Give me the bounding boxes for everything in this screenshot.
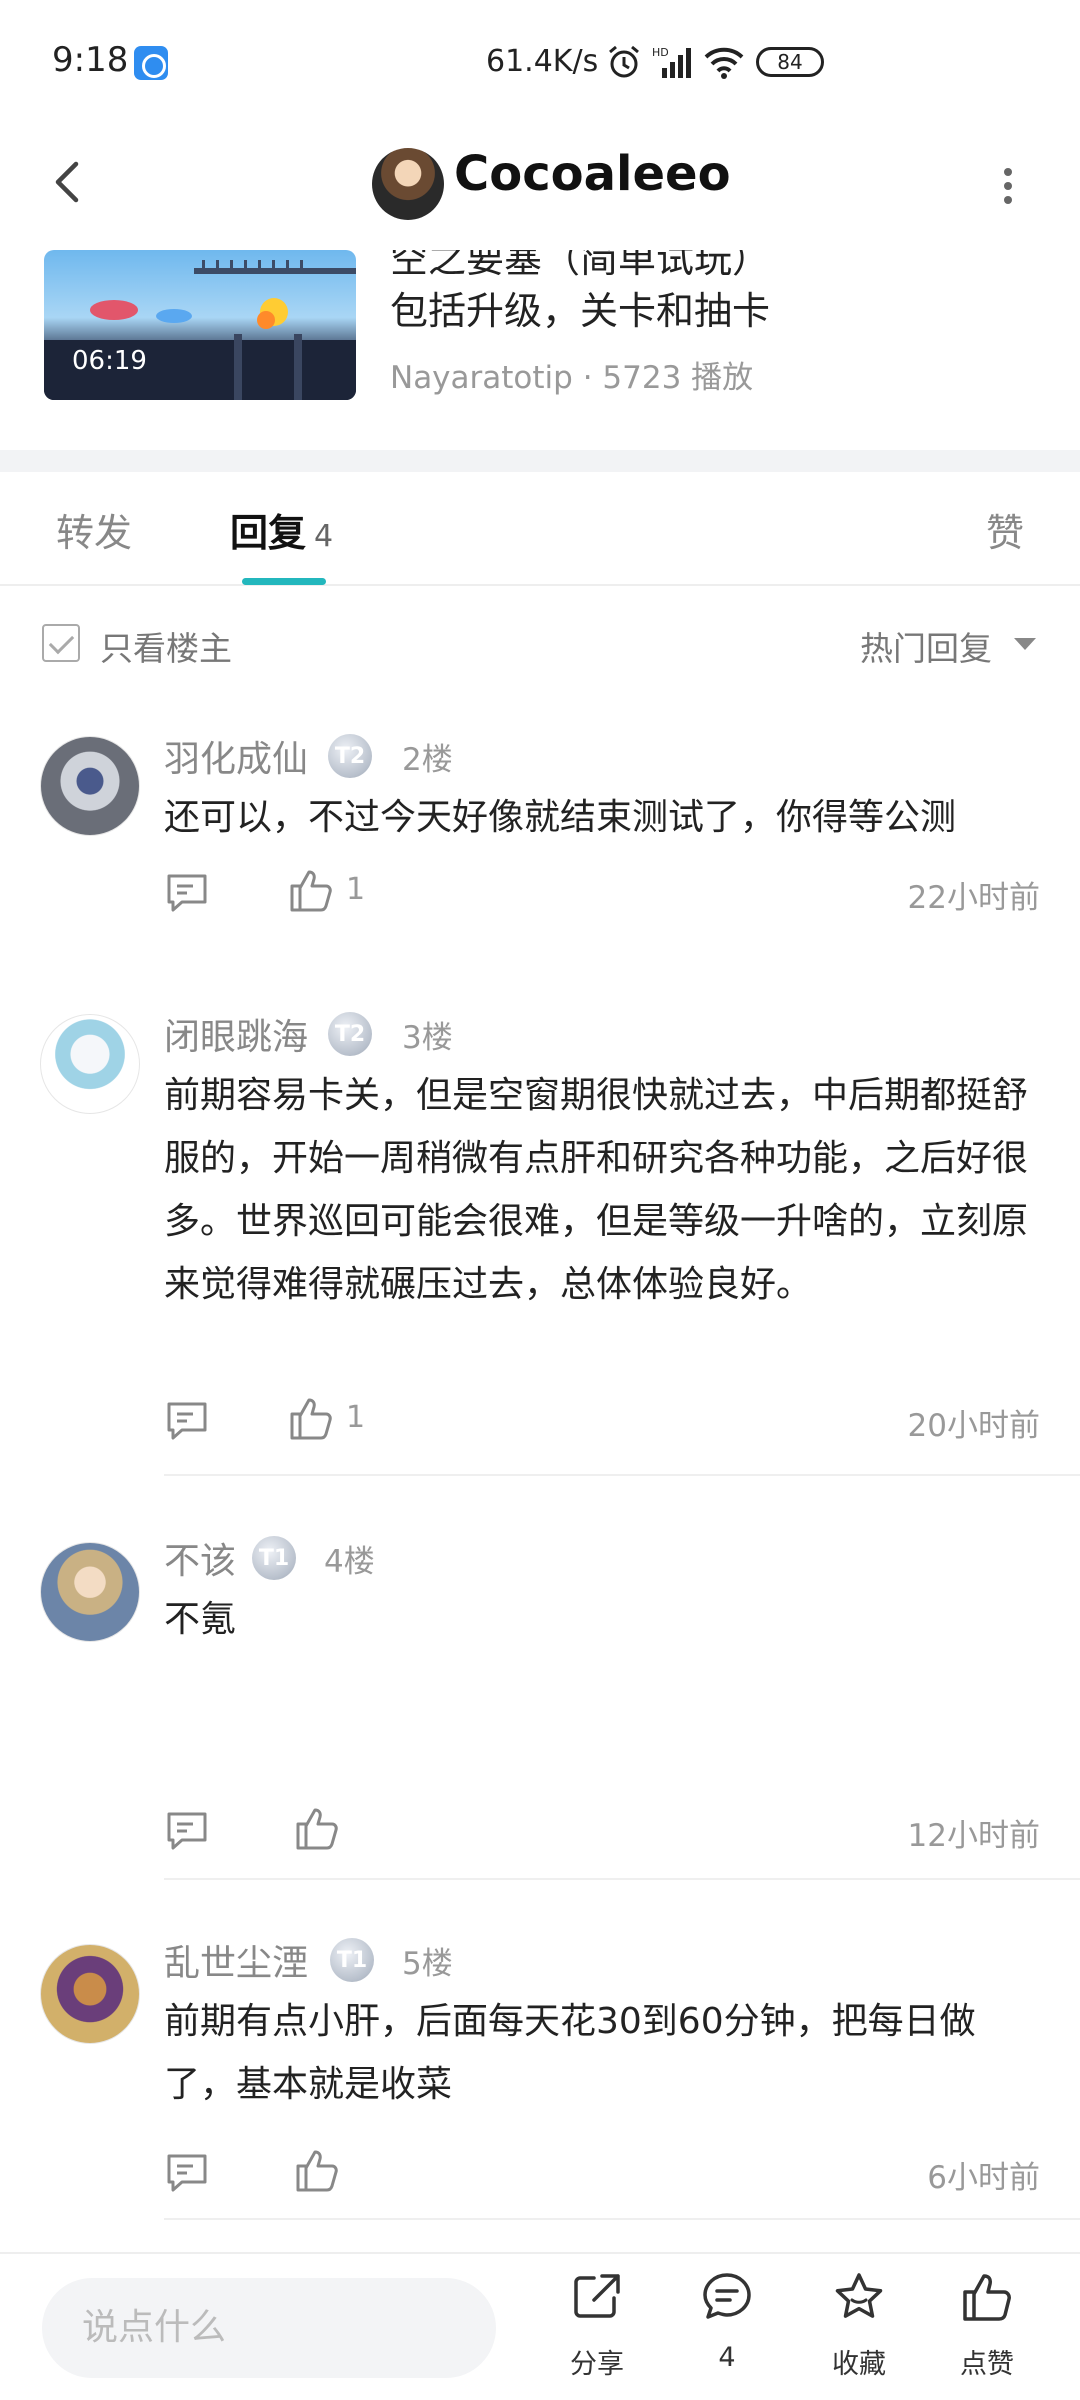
level-badge: T1: [252, 1536, 296, 1580]
commenter-name[interactable]: 不该: [164, 1532, 236, 1584]
network-speed: 61.4K/s: [486, 44, 599, 79]
alarm-icon: [609, 45, 639, 78]
status-time: 9:18: [52, 40, 129, 80]
tab-reply-count: 4: [314, 519, 334, 554]
level-badge: T1: [330, 1938, 374, 1982]
favorite-label: 收藏: [832, 2349, 886, 2380]
reply-icon[interactable]: [164, 1398, 210, 1444]
commenter-name[interactable]: 闭眼跳海: [164, 1008, 308, 1060]
like-label: 点赞: [960, 2349, 1014, 2380]
star-icon: [835, 2273, 883, 2318]
comment-item: 不该 T1 4楼 不氪 12小时前: [0, 1520, 1080, 1880]
floor-number: 3楼: [402, 1020, 453, 1056]
author-avatar[interactable]: [372, 148, 444, 220]
comment-item: 闭眼跳海 T2 3楼 前期容易卡关，但是空窗期很快就过去，中后期都挺舒服的，开始…: [0, 996, 1080, 1476]
video-card[interactable]: 06:19 空之要塞（简单试玩） 包括升级，关卡和抽卡 Nayaratotip …: [0, 250, 1080, 450]
comment-actions: 6小时前: [164, 2144, 1040, 2204]
comment-divider: [164, 1474, 1080, 1476]
like-count: 1: [346, 1400, 366, 1435]
video-meta: Nayaratotip · 5723 播放: [390, 352, 753, 397]
floor-number: 4楼: [324, 1544, 375, 1580]
section-divider: [0, 450, 1080, 472]
battery-indicator: 84: [756, 47, 824, 77]
video-thumbnail[interactable]: 06:19: [44, 250, 356, 400]
meta-separator: ·: [582, 360, 603, 396]
like-button[interactable]: 点赞: [932, 2270, 1042, 2394]
share-icon: [574, 2274, 620, 2318]
comment-text: 还可以，不过今天好像就结束测试了，你得等公测: [164, 797, 957, 838]
like-count: 1: [346, 872, 366, 907]
back-arrow-icon[interactable]: [40, 152, 100, 212]
commenter-name[interactable]: 羽化成仙: [164, 730, 308, 782]
comments-button[interactable]: 4: [672, 2270, 782, 2394]
status-icons: HD 84: [606, 40, 824, 84]
video-author: Nayaratotip: [390, 360, 573, 396]
video-title-line1[interactable]: 空之要塞（简单试玩）: [390, 250, 770, 283]
only-op-checkbox[interactable]: [42, 624, 80, 662]
author-name[interactable]: Cocoaleeo: [454, 146, 731, 202]
only-op-label[interactable]: 只看楼主: [100, 622, 232, 670]
caret-down-icon[interactable]: [1014, 638, 1036, 650]
floor-number: 5楼: [402, 1946, 453, 1982]
tab-bar: 转发 回复 4 赞: [0, 472, 1080, 586]
comment-divider: [164, 2218, 1080, 2220]
thumbs-up-icon: [963, 2274, 1011, 2321]
comment-input[interactable]: 说点什么: [42, 2278, 496, 2378]
favorite-button[interactable]: 收藏: [804, 2270, 914, 2394]
svg-text:HD: HD: [652, 46, 669, 59]
comment-time: 22小时前: [907, 880, 1040, 916]
share-label: 分享: [570, 2349, 624, 2380]
comment-actions: 1 20小时前: [164, 1392, 1040, 1452]
reply-icon[interactable]: [164, 1808, 210, 1854]
comment-time: 20小时前: [907, 1408, 1040, 1444]
thumbs-up-icon[interactable]: [294, 1804, 340, 1852]
thumbs-up-icon[interactable]: [288, 866, 334, 914]
tab-reply-label: 回复: [230, 511, 307, 555]
commenter-name[interactable]: 乱世尘湮: [164, 1934, 308, 1986]
browser-app-icon: [134, 46, 168, 80]
level-badge: T2: [328, 1012, 372, 1056]
comment-item: 乱世尘湮 T1 5楼 前期有点小肝，后面每天花30到60分钟，把每日做了，基本就…: [0, 1922, 1080, 2222]
top-app-bar: Cocoaleeo: [0, 120, 1080, 250]
tab-like[interactable]: 赞: [986, 502, 1024, 557]
share-button[interactable]: 分享: [542, 2270, 652, 2394]
comment-actions: 12小时前: [164, 1802, 1040, 1862]
comment-actions: 1 22小时前: [164, 864, 1040, 924]
thumbs-up-icon[interactable]: [294, 2146, 340, 2194]
video-duration: 06:19: [72, 346, 147, 376]
signal-icon: HD: [652, 46, 691, 78]
commenter-avatar[interactable]: [40, 736, 140, 836]
bottom-action-bar: 说点什么 分享 4 收藏 点赞: [0, 2252, 1080, 2400]
comment-count: 4: [718, 2342, 736, 2373]
video-thumbnail-art: [44, 260, 356, 400]
video-title-line2[interactable]: 包括升级，关卡和抽卡: [390, 280, 770, 335]
commenter-avatar[interactable]: [40, 1014, 140, 1114]
level-badge: T2: [328, 734, 372, 778]
tab-reply[interactable]: 回复 4: [230, 502, 333, 557]
commenter-avatar[interactable]: [40, 1944, 140, 2044]
thumbs-up-icon[interactable]: [288, 1394, 334, 1442]
comment-time: 6小时前: [927, 2160, 1040, 2196]
comment-item: 羽化成仙 T2 2楼 还可以，不过今天好像就结束测试了，你得等公测 1 22小时…: [0, 718, 1080, 948]
comment-text: 前期容易卡关，但是空窗期很快就过去，中后期都挺舒服的，开始一周稍微有点肝和研究各…: [164, 1075, 1029, 1305]
reply-icon[interactable]: [164, 870, 210, 916]
comment-divider: [164, 1878, 1080, 1880]
active-tab-indicator: [242, 578, 326, 585]
commenter-avatar[interactable]: [40, 1542, 140, 1642]
reply-icon[interactable]: [164, 2150, 210, 2196]
status-bar: 9:18 61.4K/s HD 84: [0, 0, 1080, 120]
comment-time: 12小时前: [907, 1818, 1040, 1854]
comment-text: 不氪: [164, 1599, 237, 1640]
sort-dropdown[interactable]: 热门回复: [860, 622, 992, 670]
comment-text: 前期有点小肝，后面每天花30到60分钟，把每日做了，基本就是收菜: [164, 2001, 976, 2105]
floor-number: 2楼: [402, 742, 453, 778]
wifi-icon: [704, 47, 744, 79]
comment-bubble-icon: [703, 2273, 751, 2319]
filter-row: 只看楼主 热门回复: [0, 586, 1080, 696]
video-plays: 5723 播放: [602, 360, 754, 396]
more-options-icon[interactable]: [988, 156, 1028, 216]
tab-forward[interactable]: 转发: [56, 502, 132, 557]
